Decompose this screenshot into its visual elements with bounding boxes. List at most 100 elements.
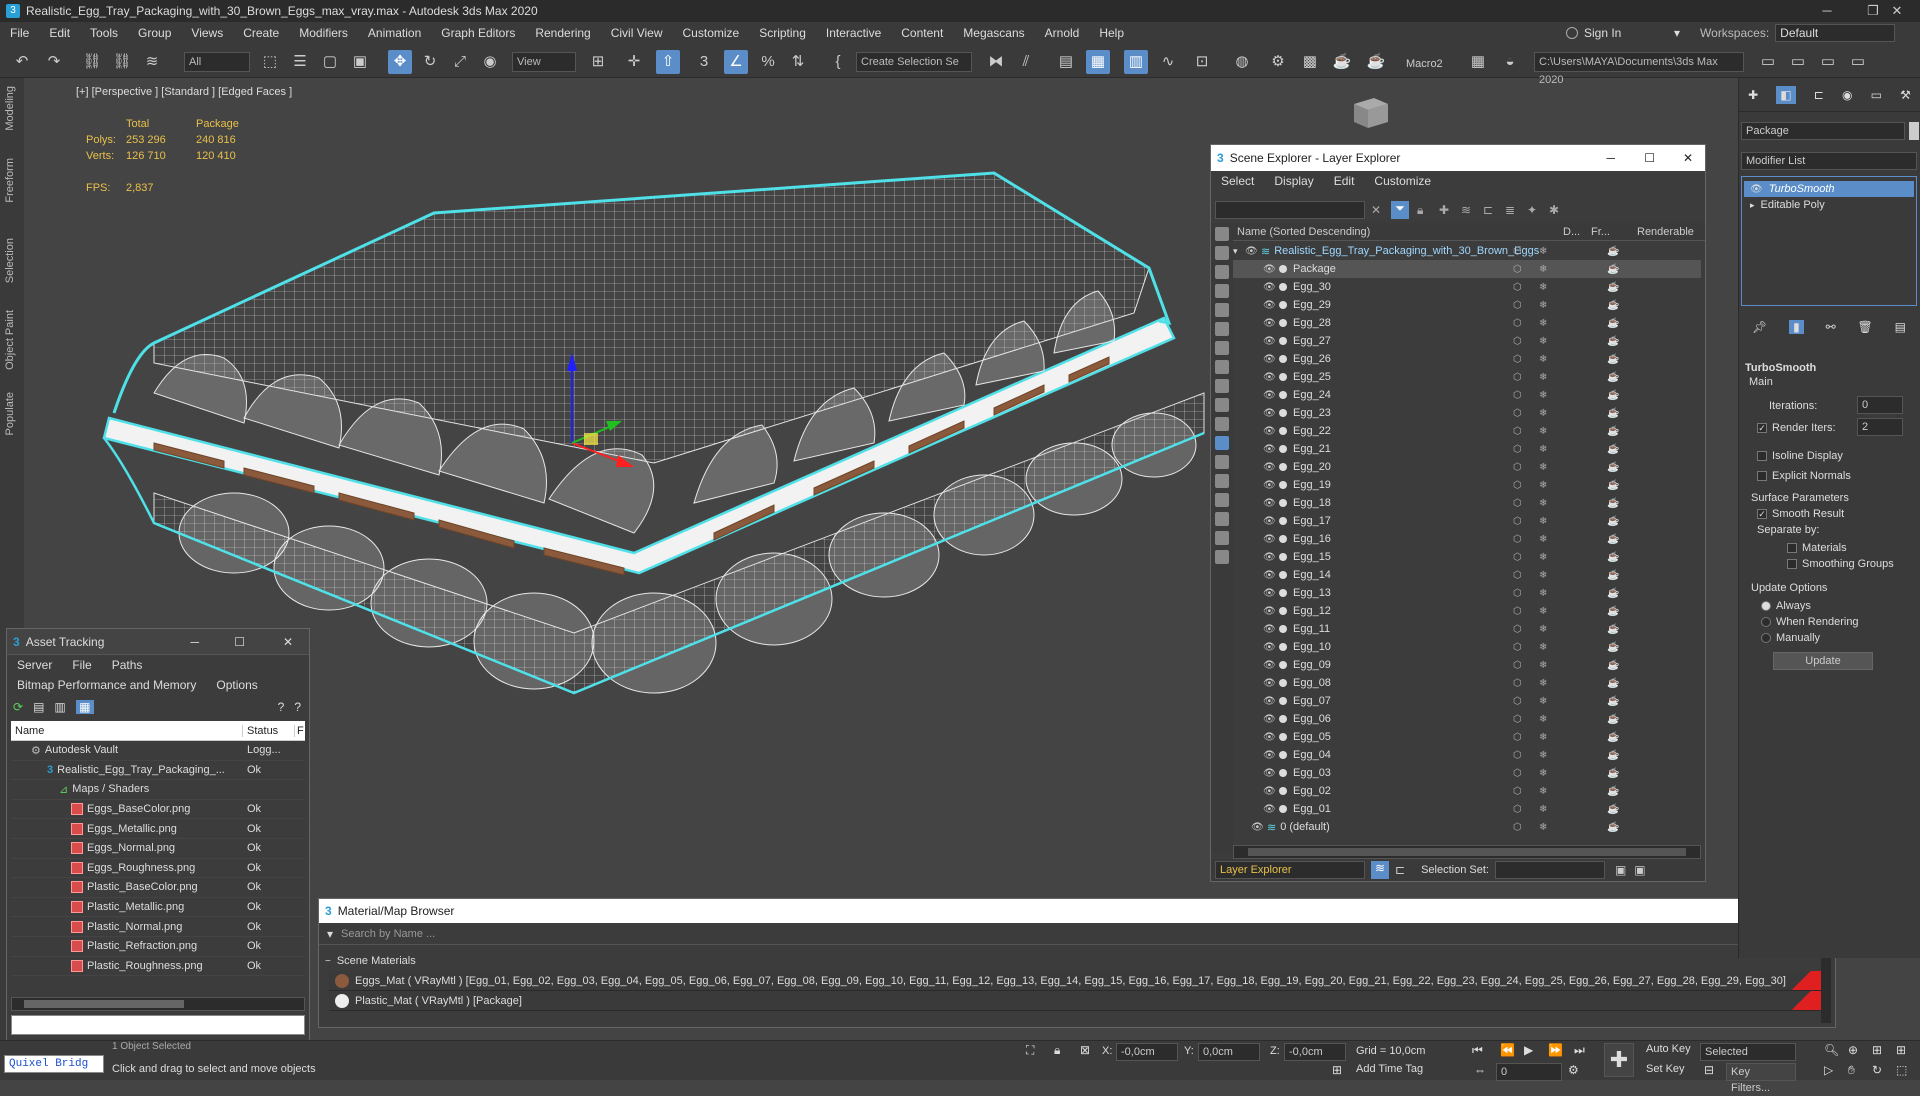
display-toggle-icon[interactable]: ⬡ <box>1513 768 1522 779</box>
orbit-icon[interactable]: ↻ <box>1872 1063 1882 1077</box>
display-toggle-icon[interactable]: ⬡ <box>1513 408 1522 419</box>
freeze-toggle-icon[interactable]: ❄ <box>1539 372 1547 383</box>
minimize-icon[interactable]: ─ <box>1804 0 1850 22</box>
select-and-scale-icon[interactable]: ⤢ <box>448 50 472 74</box>
viewport-label[interactable]: [+] [Perspective ] [Standard ] [Edged Fa… <box>76 86 292 98</box>
renderable-teapot-icon[interactable]: ☕ <box>1607 624 1619 635</box>
display-none-icon[interactable] <box>1215 227 1229 241</box>
menu-tools[interactable]: Tools <box>80 22 128 44</box>
renderable-teapot-icon[interactable]: ☕ <box>1607 660 1619 671</box>
toggle-layer-explorer-icon[interactable]: ▦ <box>1086 50 1110 74</box>
renderable-teapot-icon[interactable]: ☕ <box>1607 678 1619 689</box>
show-end-result-icon[interactable]: ▮ <box>1789 320 1804 334</box>
redo-icon[interactable]: ↷ <box>42 50 66 74</box>
display-toggle-icon[interactable]: ⬡ <box>1513 678 1522 689</box>
asset-menu-bitmap-performance-and-memory[interactable]: Bitmap Performance and Memory <box>7 678 206 692</box>
tree-item-egg_11[interactable]: 👁︎ Egg_11 ⬡ ❄ ☕ <box>1233 620 1701 638</box>
explorer-settings-icon[interactable]: ▣ <box>1634 863 1645 877</box>
frozen-icon[interactable] <box>1215 436 1229 450</box>
menu-scripting[interactable]: Scripting <box>749 22 816 44</box>
material-browser-scrollbar[interactable] <box>1821 951 1831 1023</box>
visibility-eye-icon[interactable]: 👁︎ <box>1263 300 1276 311</box>
smooth-result-checkbox[interactable]: ✓ <box>1757 509 1767 519</box>
display-toggle-icon[interactable]: ⬡ <box>1513 696 1522 707</box>
select-children-icon[interactable] <box>1215 550 1229 564</box>
renderable-teapot-icon[interactable]: ☕ <box>1607 714 1619 725</box>
display-toggle-icon[interactable]: ⬡ <box>1513 534 1522 545</box>
shapes-icon[interactable] <box>1215 265 1229 279</box>
help-context-icon[interactable]: ? <box>294 700 301 714</box>
freeze-toggle-icon[interactable]: ❄ <box>1539 354 1547 365</box>
eye-icon[interactable]: 👁︎ <box>1750 184 1763 195</box>
update-always-radio[interactable] <box>1761 601 1771 611</box>
modify-tab-icon[interactable]: ◧ <box>1776 85 1796 104</box>
renderable-teapot-icon[interactable]: ☕ <box>1607 480 1619 491</box>
close-icon[interactable]: ✕ <box>1874 0 1920 22</box>
tree-item-egg_07[interactable]: 👁︎ Egg_07 ⬡ ❄ ☕ <box>1233 692 1701 710</box>
tree-item-egg_02[interactable]: 👁︎ Egg_02 ⬡ ❄ ☕ <box>1233 782 1701 800</box>
asset-row[interactable]: ⊿ Maps / Shaders <box>11 780 305 800</box>
select-and-rotate-icon[interactable]: ↻ <box>418 50 442 74</box>
asset-row[interactable]: Plastic_Metallic.png Ok <box>11 898 305 918</box>
play-icon[interactable]: ▶ <box>1524 1043 1533 1057</box>
render-iterative-icon[interactable]: ☕ <box>1364 50 1388 74</box>
column-renderable-header[interactable]: Renderable <box>1637 226 1694 238</box>
asset-row[interactable]: Eggs_Metallic.png Ok <box>11 819 305 839</box>
tree-item-egg_22[interactable]: 👁︎ Egg_22 ⬡ ❄ ☕ <box>1233 422 1701 440</box>
configure-modifier-sets-icon[interactable]: ▤ <box>1895 320 1906 334</box>
visibility-eye-icon[interactable]: 👁︎ <box>1263 768 1276 779</box>
tree-item-egg_17[interactable]: 👁︎ Egg_17 ⬡ ❄ ☕ <box>1233 512 1701 530</box>
freeze-toggle-icon[interactable]: ❄ <box>1539 714 1547 725</box>
asset-horizontal-scrollbar[interactable] <box>11 997 305 1011</box>
freeze-toggle-icon[interactable]: ❄ <box>1539 570 1547 581</box>
tree-item-egg_24[interactable]: 👁︎ Egg_24 ⬡ ❄ ☕ <box>1233 386 1701 404</box>
renderable-teapot-icon[interactable]: ☕ <box>1607 246 1619 257</box>
renderable-teapot-icon[interactable]: ☕ <box>1607 732 1619 743</box>
edit-named-selection-icon[interactable]: { <box>826 50 850 74</box>
freeze-toggle-icon[interactable]: ❄ <box>1539 318 1547 329</box>
selection-lock-icon[interactable]: 🔒︎ <box>1054 1043 1060 1058</box>
visibility-eye-icon[interactable]: 👁︎ <box>1263 534 1276 545</box>
viewcube-icon[interactable] <box>1344 92 1394 132</box>
turbosmooth-rollout-title[interactable]: TurboSmooth <box>1745 362 1816 374</box>
x-coordinate-field[interactable]: -0,0cm <box>1116 1043 1178 1061</box>
visibility-eye-icon[interactable]: 👁︎ <box>1263 408 1276 419</box>
freeze-toggle-icon[interactable]: ❄ <box>1539 624 1547 635</box>
explorer-menu-select[interactable]: Select <box>1211 174 1264 188</box>
freeze-toggle-icon[interactable]: ❄ <box>1539 444 1547 455</box>
display-toggle-icon[interactable]: ⬡ <box>1513 264 1522 275</box>
menu-file[interactable]: File <box>0 22 39 44</box>
explorer-menu-display[interactable]: Display <box>1264 174 1323 188</box>
visibility-eye-icon[interactable]: 👁︎ <box>1263 552 1276 563</box>
visibility-eye-icon[interactable]: 👁︎ <box>1251 822 1264 833</box>
modifier-editable-poly[interactable]: ▸ Editable Poly <box>1744 197 1914 213</box>
toggle-ribbon-icon[interactable]: ▥ <box>1124 50 1148 74</box>
materials-checkbox[interactable] <box>1787 543 1797 553</box>
asset-path-field[interactable] <box>11 1015 305 1035</box>
display-toggle-icon[interactable]: ⬡ <box>1513 444 1522 455</box>
pin-stack-icon[interactable]: 📌︎ <box>1752 320 1767 334</box>
mirror-icon[interactable]: ⧓ <box>984 50 1008 74</box>
display-toggle-icon[interactable]: ⬡ <box>1513 426 1522 437</box>
close-icon[interactable]: ✕ <box>1683 151 1693 165</box>
menu-civil-view[interactable]: Civil View <box>601 22 673 44</box>
freeze-toggle-icon[interactable]: ❄ <box>1539 786 1547 797</box>
visibility-eye-icon[interactable]: 👁︎ <box>1263 696 1276 707</box>
renderable-teapot-icon[interactable]: ☕ <box>1607 462 1619 473</box>
z-coordinate-field[interactable]: -0,0cm <box>1284 1043 1346 1061</box>
maximize-icon[interactable]: ☐ <box>1644 151 1655 165</box>
scene-explorer-search-input[interactable] <box>1215 201 1365 219</box>
minimize-icon[interactable]: ─ <box>190 635 199 649</box>
display-toggle-icon[interactable]: ⬡ <box>1513 750 1522 761</box>
display-toggle-icon[interactable]: ⬡ <box>1513 336 1522 347</box>
next-frame-icon[interactable]: ⏩ <box>1548 1043 1563 1057</box>
asset-row[interactable]: Plastic_Refraction.png Ok <box>11 937 305 957</box>
sync-selection-icon[interactable]: ▣ <box>1615 863 1626 877</box>
material-editor-icon[interactable]: ◍ <box>1230 50 1254 74</box>
visibility-eye-icon[interactable]: 👁︎ <box>1263 318 1276 329</box>
layer-explorer-icon[interactable]: ≋ <box>1371 861 1389 879</box>
visibility-eye-icon[interactable]: 👁︎ <box>1263 660 1276 671</box>
make-unique-icon[interactable]: ⚯ <box>1826 320 1836 334</box>
renderable-teapot-icon[interactable]: ☕ <box>1607 516 1619 527</box>
menu-help[interactable]: Help <box>1089 22 1134 44</box>
